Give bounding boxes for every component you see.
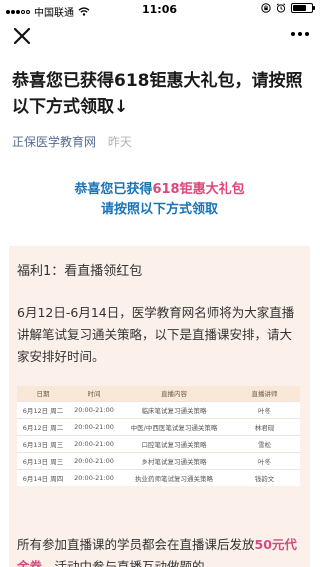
hero-line-1: 恭喜您已获得618钜惠大礼包: [0, 180, 319, 200]
table-cell: 临床笔试复习通关策略: [119, 400, 229, 418]
table-cell: 6月13日 周三: [17, 451, 69, 469]
close-icon[interactable]: [10, 24, 34, 48]
footer-prefix: 所有参加直播课的学员都会在直播课后发放: [17, 537, 255, 552]
footer-suffix: ，活动中参与直播互动做题的: [42, 559, 205, 567]
account-name-link[interactable]: 正保医学教育网: [12, 135, 96, 149]
table-row: 6月14日 周四 20:00-21:00 执业药师笔试复习通关策略 钱韵文: [17, 468, 300, 486]
table-cell: 钱韵文: [229, 468, 300, 486]
publish-date: 昨天: [107, 135, 132, 149]
table-row: 6月12日 周二 20:00-21:00 临床笔试复习通关策略 叶冬: [17, 400, 300, 418]
table-header: 日期: [17, 386, 69, 401]
welfare-footer-text: 所有参加直播课的学员都会在直播课后发放50元代金券，活动中参与直播互动做题的: [17, 534, 302, 567]
table-header: 直播讲师: [229, 386, 300, 401]
table-cell: 6月12日 周二: [17, 400, 69, 418]
nav-bar: [0, 20, 319, 56]
table-row: 6月12日 周二 20:00-21:00 中医/中西医笔试复习通关策略 林君砚: [17, 417, 300, 435]
table-cell: 20:00-21:00: [69, 451, 119, 469]
table-header: 直播内容: [119, 386, 229, 401]
table-cell: 6月14日 周四: [17, 468, 69, 486]
battery-icon: [291, 3, 315, 13]
table-header: 时间: [69, 386, 119, 401]
table-cell: 6月13日 周三: [17, 434, 69, 452]
table-cell: 乡村笔试复习通关策略: [119, 451, 229, 469]
table-cell: 执业药师笔试复习通关策略: [119, 468, 229, 486]
table-row: 6月13日 周三 20:00-21:00 口腔笔试复习通关策略 雪松: [17, 434, 300, 452]
welfare-title: 福利1：看直播领红包: [17, 264, 143, 279]
table-cell: 叶冬: [229, 451, 300, 469]
table-cell: 林君砚: [229, 417, 300, 435]
status-right: [261, 3, 315, 13]
table-header-row: 日期 时间 直播内容 直播讲师: [17, 386, 300, 401]
table-cell: 中医/中西医笔试复习通关策略: [119, 417, 229, 435]
hero-prefix: 恭喜您已获得: [74, 182, 153, 197]
table-cell: 20:00-21:00: [69, 434, 119, 452]
table-cell: 20:00-21:00: [69, 417, 119, 435]
table-row: 6月13日 周三 20:00-21:00 乡村笔试复习通关策略 叶冬: [17, 451, 300, 469]
hero-banner: 恭喜您已获得618钜惠大礼包 请按照以下方式领取: [0, 180, 319, 220]
lock-rotation-icon: [261, 3, 271, 13]
table-cell: 雪松: [229, 434, 300, 452]
hero-line-2: 请按照以下方式领取: [100, 202, 218, 217]
alarm-icon: [276, 3, 286, 13]
welfare-section: 福利1：看直播领红包 6月12日-6月14日，医学教育网名师将为大家直播讲解笔试…: [9, 246, 310, 567]
article-title: 恭喜您已获得618钜惠大礼包，请按照以下方式领取↓: [12, 71, 303, 117]
more-icon[interactable]: [291, 32, 309, 36]
table-cell: 叶冬: [229, 400, 300, 418]
hero-highlight: 618钜惠大礼包: [152, 182, 245, 197]
table-cell: 口腔笔试复习通关策略: [119, 434, 229, 452]
article-meta: 正保医学教育网 昨天: [12, 133, 132, 150]
table-cell: 20:00-21:00: [69, 400, 119, 418]
welfare-description: 6月12日-6月14日，医学教育网名师将为大家直播讲解笔试复习通关策略，以下是直…: [17, 305, 295, 364]
status-bar: 中国联通 11:06: [0, 0, 319, 20]
table-cell: 6月12日 周二: [17, 417, 69, 435]
table-cell: 20:00-21:00: [69, 468, 119, 486]
schedule-table: 日期 时间 直播内容 直播讲师 6月12日 周二 20:00-21:00 临床笔…: [17, 386, 300, 486]
